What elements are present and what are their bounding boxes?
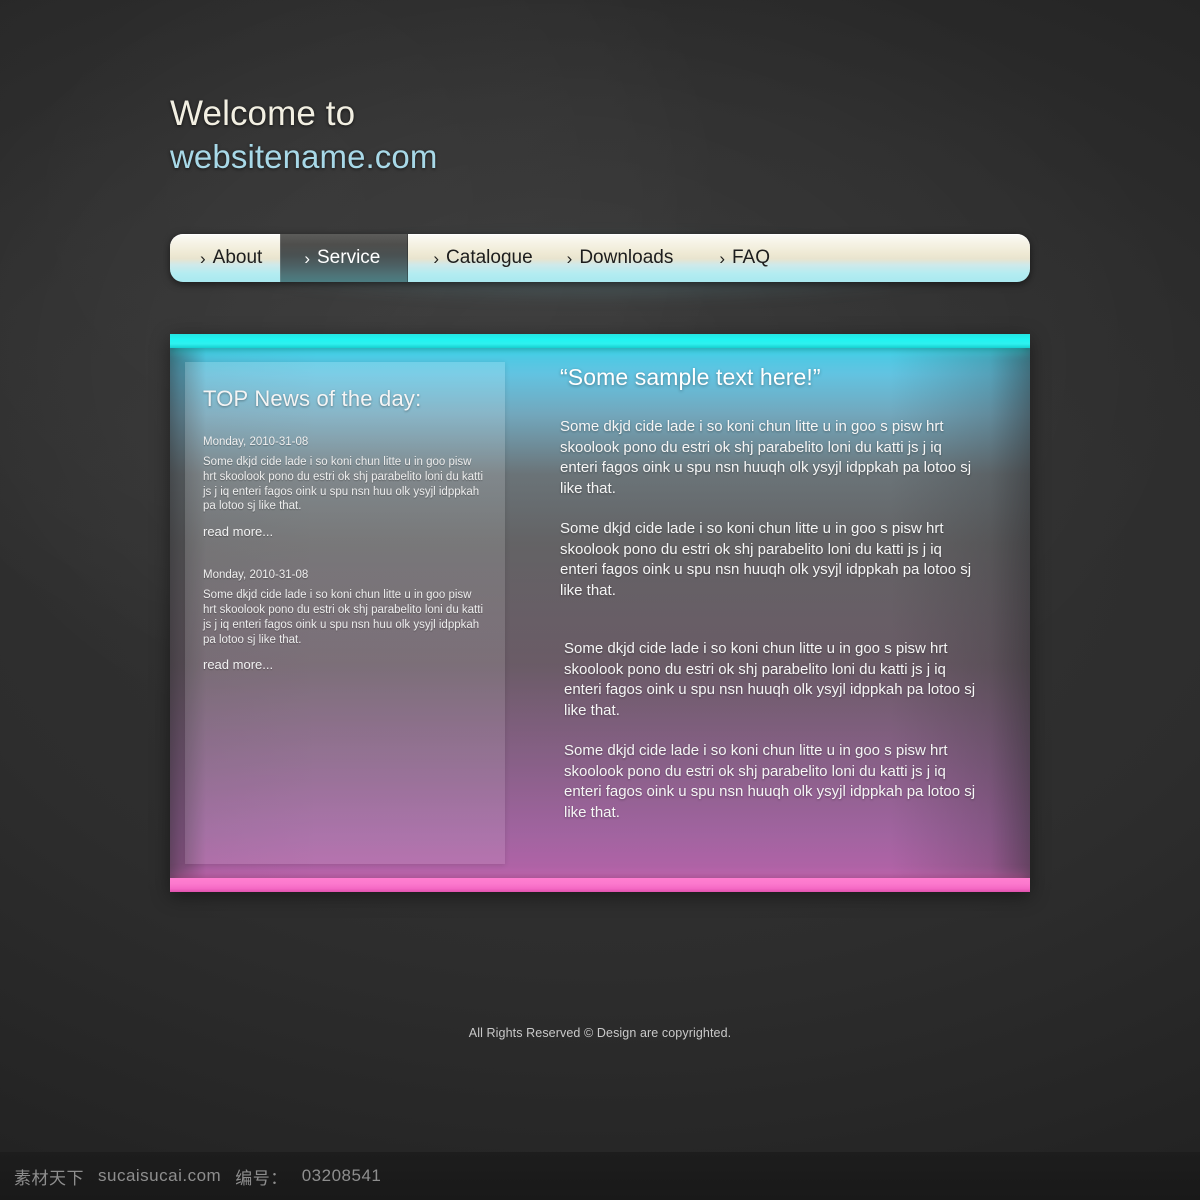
chevron-right-icon: › [433, 248, 440, 268]
chevron-right-icon: › [304, 248, 310, 268]
nav-item-catalogue[interactable]: › Catalogue [408, 234, 546, 282]
chevron-right-icon: › [719, 248, 725, 268]
news-body: Some dkjd cide lade i so koni chun litte… [203, 456, 483, 513]
main-paragraph: Some dkjd cide lade i so koni chun litte… [564, 742, 976, 821]
welcome-heading: Welcome to [170, 94, 356, 133]
site-name-heading: websitename.com [170, 138, 438, 175]
nav-item-label: Catalogue [446, 247, 533, 268]
footer-copyright: All Rights Reserved © Design are copyrig… [468, 1026, 732, 1040]
news-body: Some dkjd cide lade i so koni chun litte… [203, 589, 483, 646]
panel-top-accent-bar [170, 334, 1030, 348]
main-text-column: “Some sample text here!” Some dkjd cide … [560, 362, 980, 843]
main-heading: “Some sample text here!” [560, 364, 821, 390]
watermark-id-label: 编号： [235, 1168, 288, 1188]
watermark-site-url: sucaisucai.com [98, 1166, 222, 1185]
content-panel: TOP News of the day: Monday, 2010-31-08 … [170, 334, 1030, 892]
news-item: Monday, 2010-31-08 Some dkjd cide lade i… [203, 436, 487, 541]
main-paragraph: Some dkjd cide lade i so koni chun litte… [560, 418, 972, 497]
read-more-link[interactable]: read more... [203, 524, 273, 539]
nav-item-about[interactable]: › About [170, 234, 280, 282]
page-root: Welcome to websitename.com › About › Ser… [0, 0, 1200, 1200]
watermark-id-value: 03208541 [301, 1166, 382, 1185]
chevron-right-icon: › [200, 248, 206, 268]
read-more-link[interactable]: read more... [203, 657, 273, 672]
watermark-bar: 素材天下 sucaisucai.com 编号： 03208541 [0, 1152, 1200, 1200]
chevron-right-icon: › [566, 248, 573, 268]
nav-item-label: Downloads [579, 247, 674, 268]
top-news-title: TOP News of the day: [203, 386, 422, 411]
nav-item-label: FAQ [732, 247, 771, 268]
news-item: Monday, 2010-31-08 Some dkjd cide lade i… [203, 569, 487, 674]
nav-item-label: About [212, 247, 263, 268]
nav-item-downloads[interactable]: › Downloads [547, 234, 688, 282]
nav-item-label: Service [317, 247, 381, 268]
site-header: Welcome to websitename.com [170, 92, 870, 178]
panel-bottom-accent-bar [170, 878, 1030, 892]
main-paragraph: Some dkjd cide lade i so koni chun litte… [560, 520, 972, 599]
news-date: Monday, 2010-31-08 [203, 569, 309, 582]
watermark-site-cn: 素材天下 [14, 1168, 84, 1188]
nav-item-service[interactable]: › Service [280, 234, 409, 282]
news-date: Monday, 2010-31-08 [203, 436, 309, 448]
main-paragraph: Some dkjd cide lade i so koni chun litte… [564, 640, 976, 719]
top-news-box: TOP News of the day: Monday, 2010-31-08 … [185, 362, 505, 864]
main-navigation: › About › Service › Catalogue › Download… [170, 234, 1030, 282]
nav-item-faq[interactable]: › FAQ [687, 234, 784, 282]
